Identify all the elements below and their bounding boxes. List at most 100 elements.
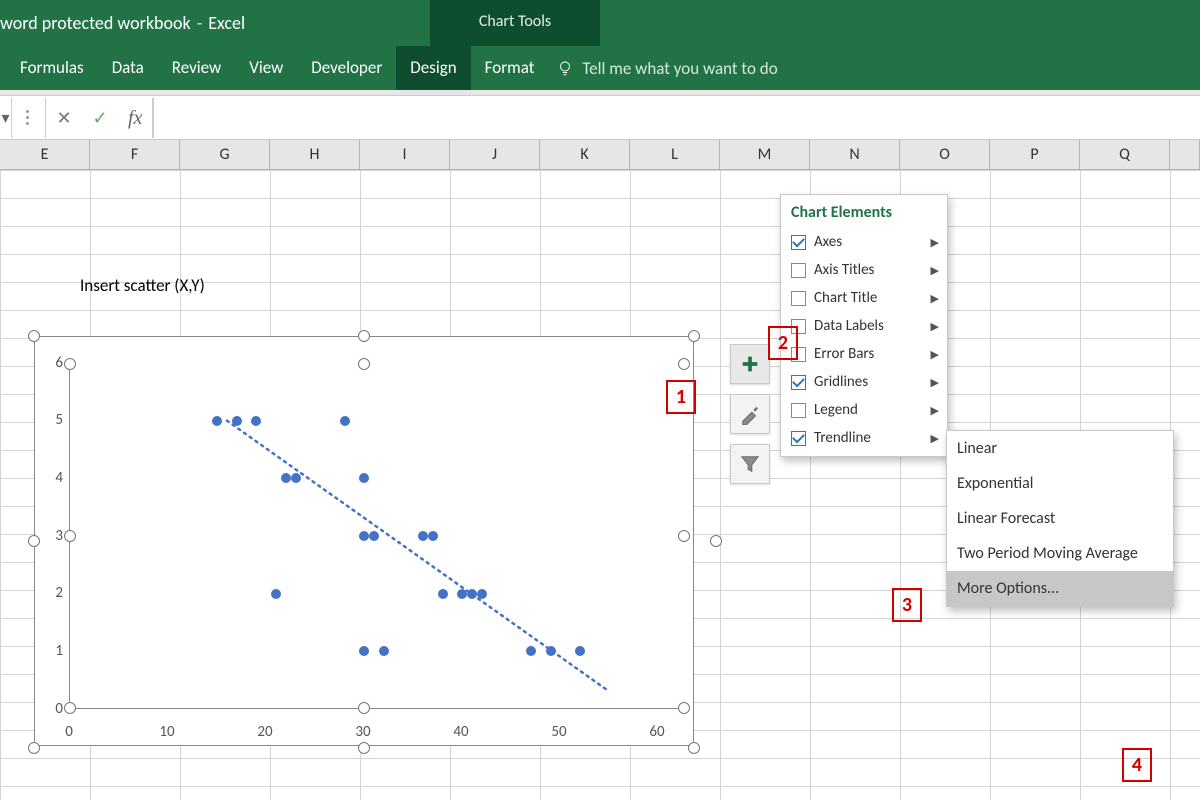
data-point[interactable] (477, 589, 487, 599)
checkbox[interactable] (791, 375, 806, 390)
resize-handle[interactable] (64, 702, 76, 714)
data-point[interactable] (379, 646, 389, 656)
data-point[interactable] (418, 531, 428, 541)
chevron-right-icon[interactable]: ▶ (931, 236, 939, 249)
trendline-option-linear[interactable]: Linear (947, 431, 1173, 466)
data-point[interactable] (281, 473, 291, 483)
trendline-option-more-options[interactable]: More Options... (947, 571, 1173, 606)
resize-handle[interactable] (358, 358, 370, 370)
annotation-4: 4 (1122, 748, 1152, 782)
chart-element-item-axis-titles[interactable]: Axis Titles▶ (781, 256, 947, 284)
checkbox[interactable] (791, 263, 806, 278)
tab-formulas[interactable]: Formulas (6, 46, 98, 90)
col-header[interactable]: Q (1080, 140, 1170, 170)
col-header[interactable]: O (900, 140, 990, 170)
data-point[interactable] (251, 416, 261, 426)
resize-handle[interactable] (28, 742, 40, 754)
data-point[interactable] (232, 416, 242, 426)
checkbox[interactable] (791, 431, 806, 446)
trendline-option-exponential[interactable]: Exponential (947, 466, 1173, 501)
resize-handle[interactable] (678, 702, 690, 714)
data-point[interactable] (340, 416, 350, 426)
chart-element-item-axes[interactable]: Axes ▶ (781, 228, 947, 256)
tab-review[interactable]: Review (158, 46, 235, 90)
data-point[interactable] (467, 589, 477, 599)
chart-object[interactable]: 6 5 4 3 2 1 0 0 10 20 30 40 50 60 (34, 336, 694, 746)
data-point[interactable] (428, 531, 438, 541)
chevron-right-icon[interactable]: ▶ (931, 292, 939, 305)
data-point[interactable] (359, 531, 369, 541)
col-header[interactable]: F (90, 140, 180, 170)
data-point[interactable] (438, 589, 448, 599)
col-header[interactable]: K (540, 140, 630, 170)
cell-f4[interactable]: Insert scatter (X,Y) (76, 272, 209, 299)
tab-format[interactable]: Format (471, 46, 549, 90)
resize-handle[interactable] (358, 330, 370, 342)
chevron-right-icon[interactable]: ▶ (931, 348, 939, 361)
data-point[interactable] (359, 646, 369, 656)
resize-handle[interactable] (28, 330, 40, 342)
checkbox[interactable] (791, 403, 806, 418)
chevron-right-icon[interactable]: ▶ (931, 320, 939, 333)
col-header[interactable]: E (0, 140, 90, 170)
checkbox[interactable] (791, 235, 806, 250)
name-box-dropdown[interactable]: ▾ (0, 98, 12, 138)
resize-handle[interactable] (64, 530, 76, 542)
cancel-entry-button[interactable]: ✕ (46, 98, 82, 138)
data-point[interactable] (546, 646, 556, 656)
chart-element-item-error-bars[interactable]: Error Bars▶ (781, 340, 947, 368)
tab-design[interactable]: Design (396, 46, 470, 90)
plot-area[interactable] (69, 363, 687, 709)
tell-me-box[interactable]: Tell me what you want to do (548, 58, 777, 79)
resize-handle[interactable] (688, 742, 700, 754)
x-tick: 30 (355, 723, 370, 741)
trendline-option-linear-forecast[interactable]: Linear Forecast (947, 501, 1173, 536)
col-header[interactable]: J (450, 140, 540, 170)
data-point[interactable] (291, 473, 301, 483)
col-header[interactable]: P (990, 140, 1080, 170)
chart-element-label: Axes (814, 233, 842, 251)
resize-handle[interactable] (678, 530, 690, 542)
data-point[interactable] (457, 589, 467, 599)
data-point[interactable] (271, 589, 281, 599)
chevron-right-icon[interactable]: ▶ (931, 404, 939, 417)
col-header[interactable]: N (810, 140, 900, 170)
trendline-option-two-period-moving-average[interactable]: Two Period Moving Average (947, 536, 1173, 571)
resize-handle[interactable] (28, 535, 40, 547)
chart-element-item-chart-title[interactable]: Chart Title▶ (781, 284, 947, 312)
chart-element-item-data-labels[interactable]: Data Labels▶ (781, 312, 947, 340)
resize-handle[interactable] (688, 330, 700, 342)
data-point[interactable] (212, 416, 222, 426)
checkbox[interactable] (791, 291, 806, 306)
col-header[interactable]: M (720, 140, 810, 170)
tab-view[interactable]: View (235, 46, 297, 90)
col-header[interactable]: I (360, 140, 450, 170)
confirm-entry-button[interactable]: ✓ (82, 98, 118, 138)
chart-element-item-gridlines[interactable]: Gridlines▶ (781, 368, 947, 396)
data-point[interactable] (359, 473, 369, 483)
chevron-right-icon[interactable]: ▶ (931, 432, 939, 445)
resize-handle[interactable] (710, 535, 722, 547)
data-point[interactable] (369, 531, 379, 541)
chart-filters-button[interactable] (730, 444, 770, 484)
resize-handle[interactable] (358, 702, 370, 714)
fx-button[interactable]: fx (118, 98, 153, 138)
tab-data[interactable]: Data (98, 46, 158, 90)
formula-input[interactable] (153, 98, 1200, 138)
resize-handle[interactable] (64, 358, 76, 370)
col-header[interactable]: L (630, 140, 720, 170)
data-point[interactable] (526, 646, 536, 656)
chart-element-item-trendline[interactable]: Trendline▶ (781, 424, 947, 452)
chevron-right-icon[interactable]: ▶ (931, 264, 939, 277)
chart-styles-button[interactable] (730, 394, 770, 434)
resize-handle[interactable] (678, 358, 690, 370)
chart-element-item-legend[interactable]: Legend▶ (781, 396, 947, 424)
chart-elements-button[interactable] (730, 344, 770, 384)
resize-handle[interactable] (358, 742, 370, 754)
chevron-right-icon[interactable]: ▶ (931, 376, 939, 389)
col-header[interactable]: G (180, 140, 270, 170)
data-point[interactable] (575, 646, 585, 656)
tab-developer[interactable]: Developer (297, 46, 396, 90)
col-header[interactable]: H (270, 140, 360, 170)
formula-bar-grip[interactable] (26, 110, 29, 125)
